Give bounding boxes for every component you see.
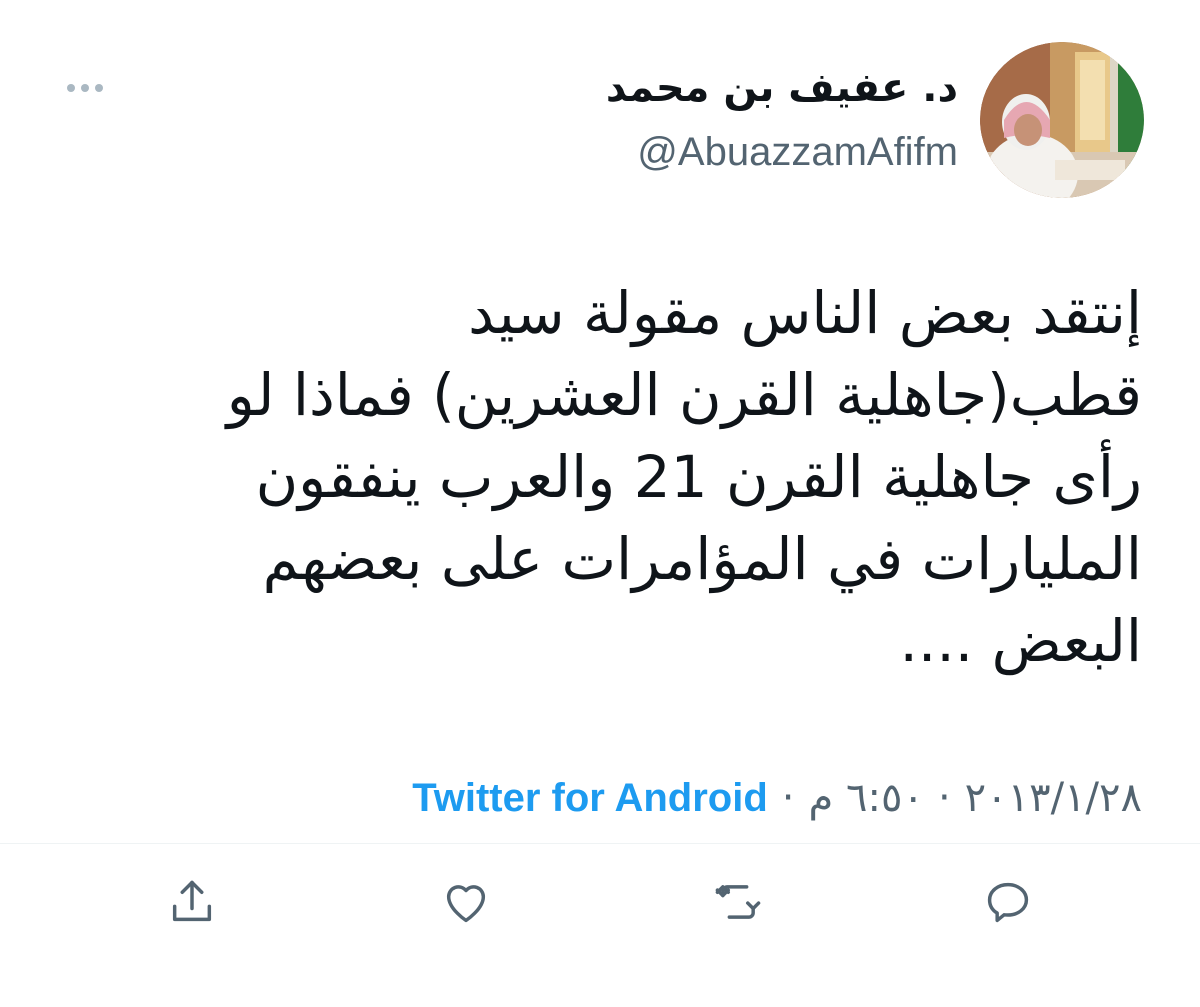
reply-button[interactable] xyxy=(978,872,1038,932)
like-button[interactable] xyxy=(436,872,496,932)
tweet-meta: ٢٠١٣/١/٢٨ · ٦:٥٠ م · Twitter for Android xyxy=(412,770,1142,826)
share-icon xyxy=(172,880,212,922)
retweet-icon xyxy=(715,885,761,919)
more-options-button[interactable] xyxy=(60,76,110,100)
divider xyxy=(0,843,1200,844)
tweet-time[interactable]: ٦:٥٠ م xyxy=(809,770,924,826)
meta-separator: · xyxy=(781,775,795,821)
avatar-photo xyxy=(980,42,1144,198)
author-block: د. عفيف بن محمد @AbuazzamAfifm xyxy=(606,60,958,180)
heart-icon xyxy=(446,885,486,923)
author-handle[interactable]: @AbuazzamAfifm xyxy=(606,124,958,180)
reply-icon xyxy=(987,882,1029,923)
tweet-card: د. عفيف بن محمد @AbuazzamAfifm إنتقد بعض… xyxy=(0,0,1200,1007)
retweet-button[interactable] xyxy=(708,872,768,932)
tweet-date[interactable]: ٢٠١٣/١/٢٨ xyxy=(965,770,1142,826)
more-horizontal-icon xyxy=(67,84,103,92)
tweet-source-link[interactable]: Twitter for Android xyxy=(412,770,768,826)
share-button[interactable] xyxy=(162,872,222,932)
author-display-name[interactable]: د. عفيف بن محمد xyxy=(606,60,958,116)
meta-separator: · xyxy=(937,775,951,821)
avatar[interactable] xyxy=(980,42,1144,198)
tweet-text: إنتقد بعض الناس مقولة سيد قطب(جاهلية الق… xyxy=(226,279,1142,675)
